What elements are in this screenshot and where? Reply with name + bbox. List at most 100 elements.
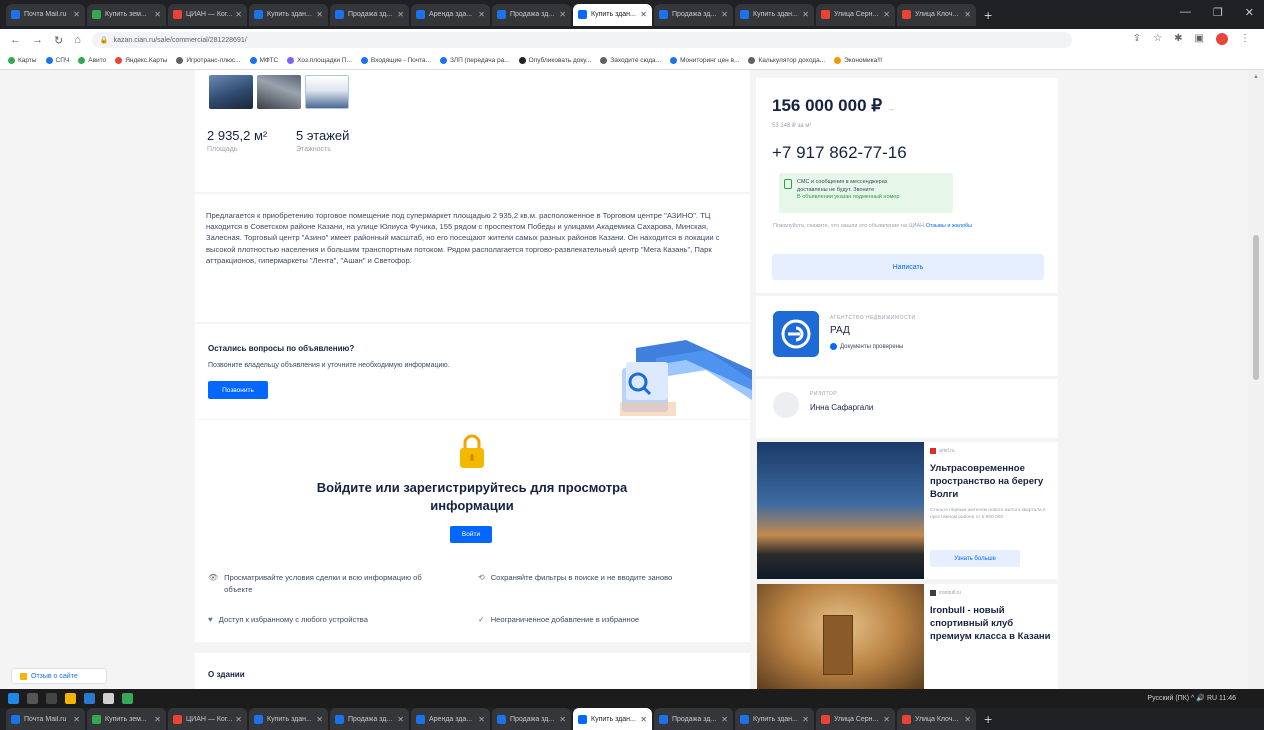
tab-close-icon[interactable]: ✕	[154, 715, 161, 724]
close-icon[interactable]: ✕	[1245, 6, 1254, 19]
login-button[interactable]: Войти	[450, 526, 492, 543]
system-tray[interactable]: Русский (ПК) ^ 🔊 RU 11:46	[1147, 694, 1236, 702]
bookmark-item[interactable]: Хоз.площадки П...	[287, 56, 352, 64]
browser-tab[interactable]: Купить здан... ✕	[573, 3, 652, 26]
url-field[interactable]: 🔒 kazan.cian.ru/sale/commercial/28122869…	[91, 32, 1072, 48]
phone-number[interactable]: +7 917 862-77-16	[772, 143, 907, 163]
browser-tab[interactable]: Продажа зд... ✕	[492, 708, 571, 730]
tab-close-icon[interactable]: ✕	[235, 715, 242, 724]
tab-close-icon[interactable]: ✕	[559, 10, 566, 19]
sidepanel-icon[interactable]: ▣	[1195, 33, 1204, 45]
browser-tab[interactable]: ЦИАН — Ког... ✕	[168, 3, 247, 26]
browser-tab[interactable]: Улица Клоч... ✕	[897, 708, 976, 730]
browser-tab[interactable]: Купить зем... ✕	[87, 708, 166, 730]
site-feedback-button[interactable]: Отзыв о сайте	[11, 668, 107, 684]
new-tab-icon[interactable]: +	[984, 711, 992, 727]
tab-close-icon[interactable]: ✕	[235, 10, 242, 19]
browser-tab[interactable]: Аренда зда... ✕	[411, 3, 490, 26]
ad-image-waterfront[interactable]	[757, 442, 924, 579]
tab-close-icon[interactable]: ✕	[802, 10, 809, 19]
browser-tab[interactable]: Купить здан... ✕	[249, 3, 328, 26]
extensions-icon[interactable]: ✱	[1174, 33, 1182, 45]
bookmark-item[interactable]: Заходите сюда...	[600, 56, 661, 64]
bookmark-item[interactable]: МФТС	[249, 56, 278, 64]
browser-tab[interactable]: Купить зем... ✕	[87, 3, 166, 26]
tab-close-icon[interactable]: ✕	[397, 715, 404, 724]
photo-thumbnail[interactable]	[305, 75, 349, 109]
tab-close-icon[interactable]: ✕	[73, 10, 80, 19]
browser-tab[interactable]: Продажа зд... ✕	[654, 3, 733, 26]
call-button[interactable]: Позвонить	[208, 381, 268, 399]
bookmark-item[interactable]: Карты	[8, 56, 37, 64]
tab-close-icon[interactable]: ✕	[883, 715, 890, 724]
tab-close-icon[interactable]: ✕	[640, 10, 647, 19]
minimize-icon[interactable]: —	[1180, 6, 1191, 19]
ad-title[interactable]: Ультрасовременное пространство на берегу…	[930, 462, 1054, 501]
search-icon[interactable]	[27, 693, 38, 704]
tab-close-icon[interactable]: ✕	[316, 715, 323, 724]
menu-kebab-icon[interactable]: ⋮	[1240, 33, 1250, 45]
bookmark-item[interactable]: Игротранс-плюс...	[176, 56, 241, 64]
bookmark-item[interactable]: Опубликовать доку...	[518, 56, 591, 64]
tab-close-icon[interactable]: ✕	[640, 715, 647, 724]
ad-title[interactable]: Ironbull - новый спортивный клуб премиум…	[930, 604, 1054, 643]
profile-avatar[interactable]	[1216, 33, 1228, 45]
realtor-name[interactable]: Инна Сафаргали	[810, 403, 873, 412]
browser-tab[interactable]: Продажа зд... ✕	[492, 3, 571, 26]
bookmark-item[interactable]: Яндекс.Карты	[115, 56, 167, 64]
app-icon[interactable]	[84, 693, 95, 704]
tab-close-icon[interactable]: ✕	[883, 10, 890, 19]
back-icon[interactable]: ←	[10, 34, 21, 46]
browser-tab[interactable]: Улица Серн... ✕	[816, 3, 895, 26]
maximize-icon[interactable]: ❐	[1213, 6, 1223, 19]
home-icon[interactable]: ⌂	[74, 34, 81, 46]
browser-tab[interactable]: Продажа зд... ✕	[330, 3, 409, 26]
reload-icon[interactable]: ↻	[54, 34, 63, 47]
bookmark-item[interactable]: Входящие - Почта...	[360, 56, 431, 64]
tab-close-icon[interactable]: ✕	[964, 715, 971, 724]
tab-close-icon[interactable]: ✕	[478, 715, 485, 724]
tab-close-icon[interactable]: ✕	[397, 10, 404, 19]
browser-tab[interactable]: Улица Серн... ✕	[816, 708, 895, 730]
share-icon[interactable]: ⇪	[1133, 33, 1141, 45]
browser-tab[interactable]: Почта Mail.ru ✕	[6, 708, 85, 730]
tab-close-icon[interactable]: ✕	[73, 715, 80, 724]
tab-close-icon[interactable]: ✕	[721, 10, 728, 19]
scrollbar-thumb[interactable]	[1253, 235, 1259, 380]
complaints-link[interactable]: Отзывы и жалобы	[926, 223, 972, 229]
browser-tab[interactable]: Купить здан... ✕	[735, 3, 814, 26]
photo-thumbnail[interactable]	[257, 75, 301, 109]
browser-tab[interactable]: Купить здан... ✕	[735, 708, 814, 730]
browser-tab[interactable]: Аренда зда... ✕	[411, 708, 490, 730]
tab-close-icon[interactable]: ✕	[721, 715, 728, 724]
chrome-icon[interactable]	[103, 693, 114, 704]
write-message-button[interactable]: Написать	[772, 254, 1044, 280]
tab-close-icon[interactable]: ✕	[964, 10, 971, 19]
tab-close-icon[interactable]: ✕	[802, 715, 809, 724]
tab-close-icon[interactable]: ✕	[478, 10, 485, 19]
tab-close-icon[interactable]: ✕	[559, 715, 566, 724]
price-history-icon[interactable]: →	[886, 103, 895, 113]
taskview-icon[interactable]	[46, 693, 57, 704]
bookmark-item[interactable]: Мониторинг цен в...	[670, 56, 739, 64]
bookmark-item[interactable]: Экономика!!!	[834, 56, 883, 64]
browser-tab[interactable]: Купить здан... ✕	[573, 708, 652, 730]
explorer-icon[interactable]	[65, 693, 76, 704]
browser-tab[interactable]: Улица Клоч... ✕	[897, 3, 976, 26]
agency-name[interactable]: РАД	[830, 325, 850, 336]
bookmark-item[interactable]: Калькулятор дохода...	[748, 56, 825, 64]
ad-learn-more-button[interactable]: Узнать больше	[930, 550, 1020, 567]
tab-close-icon[interactable]: ✕	[316, 10, 323, 19]
browser-tab[interactable]: Почта Mail.ru ✕	[6, 3, 85, 26]
browser-tab[interactable]: ЦИАН — Ког... ✕	[168, 708, 247, 730]
scroll-up-icon[interactable]: ▲	[1253, 74, 1259, 80]
page-scrollbar[interactable]: ▲	[1248, 70, 1264, 689]
app-icon[interactable]	[122, 693, 133, 704]
bookmark-item[interactable]: ЗЛП (передача ра...	[439, 56, 510, 64]
bookmark-star-icon[interactable]: ☆	[1153, 33, 1162, 45]
photo-thumbnail[interactable]	[209, 75, 253, 109]
forward-icon[interactable]: →	[32, 34, 43, 46]
browser-tab[interactable]: Купить здан... ✕	[249, 708, 328, 730]
agency-logo[interactable]	[773, 311, 819, 357]
bookmark-item[interactable]: СПЧ	[45, 56, 69, 64]
